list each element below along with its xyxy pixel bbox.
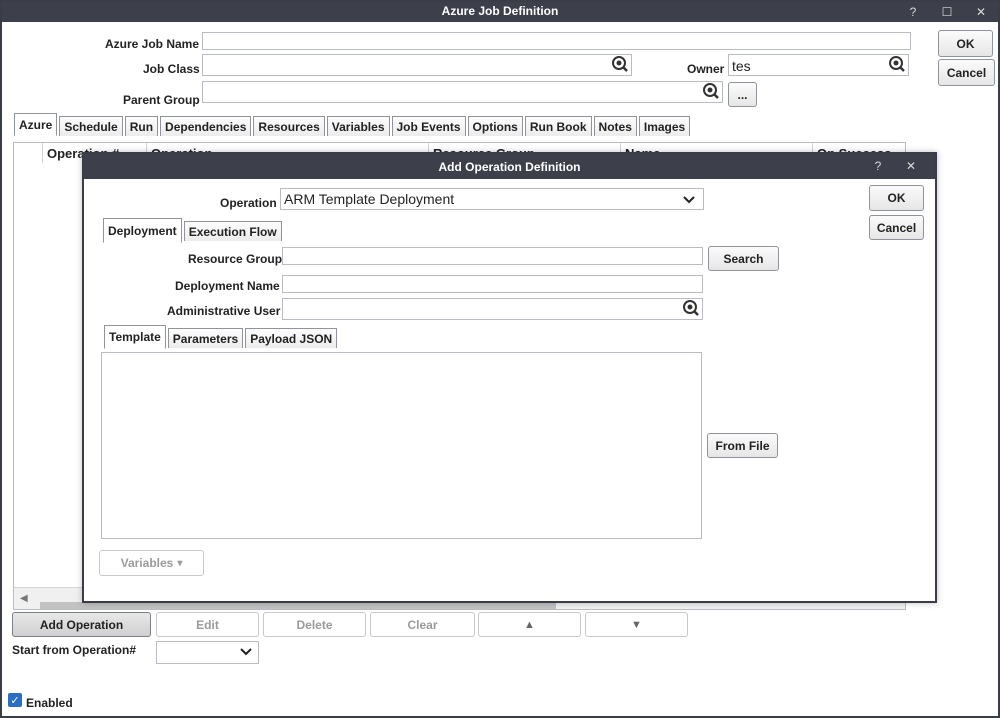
job-class-label: Job Class bbox=[143, 62, 200, 76]
enabled-checkbox[interactable]: ✓ bbox=[8, 693, 22, 707]
maximize-icon[interactable]: ☐ bbox=[936, 2, 958, 22]
scrollbar-thumb[interactable] bbox=[40, 602, 556, 609]
owner-label: Owner bbox=[687, 62, 725, 76]
scroll-left-icon[interactable]: ◀ bbox=[20, 593, 28, 604]
tab-parameters[interactable]: Parameters bbox=[167, 328, 244, 348]
azure-job-definition-window: Azure Job Definition ? ☐ ✕ Azure Job Nam… bbox=[0, 0, 1000, 718]
move-down-button[interactable]: ▼ bbox=[585, 612, 688, 637]
template-tabs: Template Parameters Payload JSON bbox=[104, 325, 339, 349]
tab-azure[interactable]: Azure bbox=[14, 113, 58, 136]
start-from-operation-select[interactable] bbox=[156, 641, 259, 664]
owner-input[interactable]: tes bbox=[728, 54, 909, 76]
tab-notes[interactable]: Notes bbox=[593, 116, 637, 136]
window-titlebar: Azure Job Definition ? ☐ ✕ bbox=[2, 2, 998, 22]
variables-label: Variables bbox=[120, 556, 174, 570]
chevron-down-icon bbox=[240, 648, 252, 656]
resource-group-input[interactable] bbox=[282, 247, 703, 265]
tab-template[interactable]: Template bbox=[104, 325, 166, 349]
job-name-label: Azure Job Name bbox=[105, 37, 200, 51]
search-icon[interactable] bbox=[888, 55, 906, 73]
ok-button[interactable]: OK bbox=[938, 30, 993, 57]
dialog-tabs: Deployment Execution Flow bbox=[103, 218, 284, 243]
edit-button[interactable]: Edit bbox=[156, 612, 259, 637]
clear-button[interactable]: Clear bbox=[370, 612, 475, 637]
operation-label: Operation bbox=[220, 196, 277, 210]
operation-select[interactable]: ARM Template Deployment bbox=[280, 188, 704, 210]
dialog-cancel-button[interactable]: Cancel bbox=[869, 215, 924, 240]
dialog-ok-button[interactable]: OK bbox=[869, 185, 924, 211]
template-textarea[interactable] bbox=[101, 352, 702, 539]
delete-button[interactable]: Delete bbox=[263, 612, 366, 637]
deployment-name-label: Deployment Name bbox=[175, 279, 280, 293]
dialog-help-icon[interactable]: ? bbox=[867, 156, 889, 176]
from-file-button[interactable]: From File bbox=[707, 433, 778, 458]
dialog-title: Add Operation Definition bbox=[438, 160, 581, 174]
administrative-user-label: Administrative User bbox=[167, 304, 281, 318]
tab-payload-json[interactable]: Payload JSON bbox=[245, 328, 338, 348]
tab-images[interactable]: Images bbox=[638, 116, 691, 136]
tab-execution-flow[interactable]: Execution Flow bbox=[183, 221, 282, 241]
parent-group-label: Parent Group bbox=[123, 93, 200, 107]
add-operation-button[interactable]: Add Operation bbox=[12, 612, 151, 637]
dialog-titlebar: Add Operation Definition ? ✕ bbox=[84, 154, 935, 179]
search-button[interactable]: Search bbox=[708, 246, 779, 271]
start-from-operation-label: Start from Operation# bbox=[12, 643, 137, 657]
tab-variables[interactable]: Variables bbox=[326, 116, 390, 136]
cancel-button[interactable]: Cancel bbox=[938, 59, 995, 86]
parent-group-input[interactable] bbox=[202, 81, 723, 103]
tab-options[interactable]: Options bbox=[467, 116, 523, 136]
tab-schedule[interactable]: Schedule bbox=[59, 116, 123, 136]
variables-dropdown-button[interactable]: Variables ▾ bbox=[99, 550, 204, 576]
search-icon[interactable] bbox=[611, 55, 629, 73]
administrative-user-input[interactable] bbox=[282, 298, 703, 320]
job-name-input[interactable] bbox=[202, 32, 911, 50]
move-up-button[interactable]: ▲ bbox=[478, 612, 581, 637]
caret-down-icon: ▾ bbox=[177, 557, 183, 569]
search-icon[interactable] bbox=[702, 82, 720, 100]
deployment-name-input[interactable] bbox=[282, 275, 703, 293]
tab-run-book[interactable]: Run Book bbox=[524, 116, 592, 136]
tab-run[interactable]: Run bbox=[124, 116, 159, 136]
dialog-close-icon[interactable]: ✕ bbox=[900, 156, 922, 176]
chevron-down-icon bbox=[683, 196, 695, 204]
browse-parent-group-button[interactable]: ... bbox=[728, 82, 757, 107]
help-icon[interactable]: ? bbox=[902, 2, 924, 22]
job-class-input[interactable] bbox=[202, 54, 632, 76]
add-operation-dialog: Add Operation Definition ? ✕ Operation A… bbox=[82, 152, 937, 603]
search-icon[interactable] bbox=[682, 299, 700, 317]
job-tabs: Azure Schedule Run Dependencies Resource… bbox=[14, 113, 692, 136]
window-title: Azure Job Definition bbox=[441, 4, 559, 18]
tab-deployment[interactable]: Deployment bbox=[103, 218, 182, 243]
close-icon[interactable]: ✕ bbox=[970, 2, 992, 22]
tab-resources[interactable]: Resources bbox=[253, 116, 325, 136]
resource-group-label: Resource Group bbox=[188, 252, 283, 266]
tab-job-events[interactable]: Job Events bbox=[391, 116, 466, 136]
enabled-label: Enabled bbox=[26, 696, 73, 710]
tab-dependencies[interactable]: Dependencies bbox=[160, 116, 252, 136]
operation-select-value: ARM Template Deployment bbox=[284, 191, 455, 207]
